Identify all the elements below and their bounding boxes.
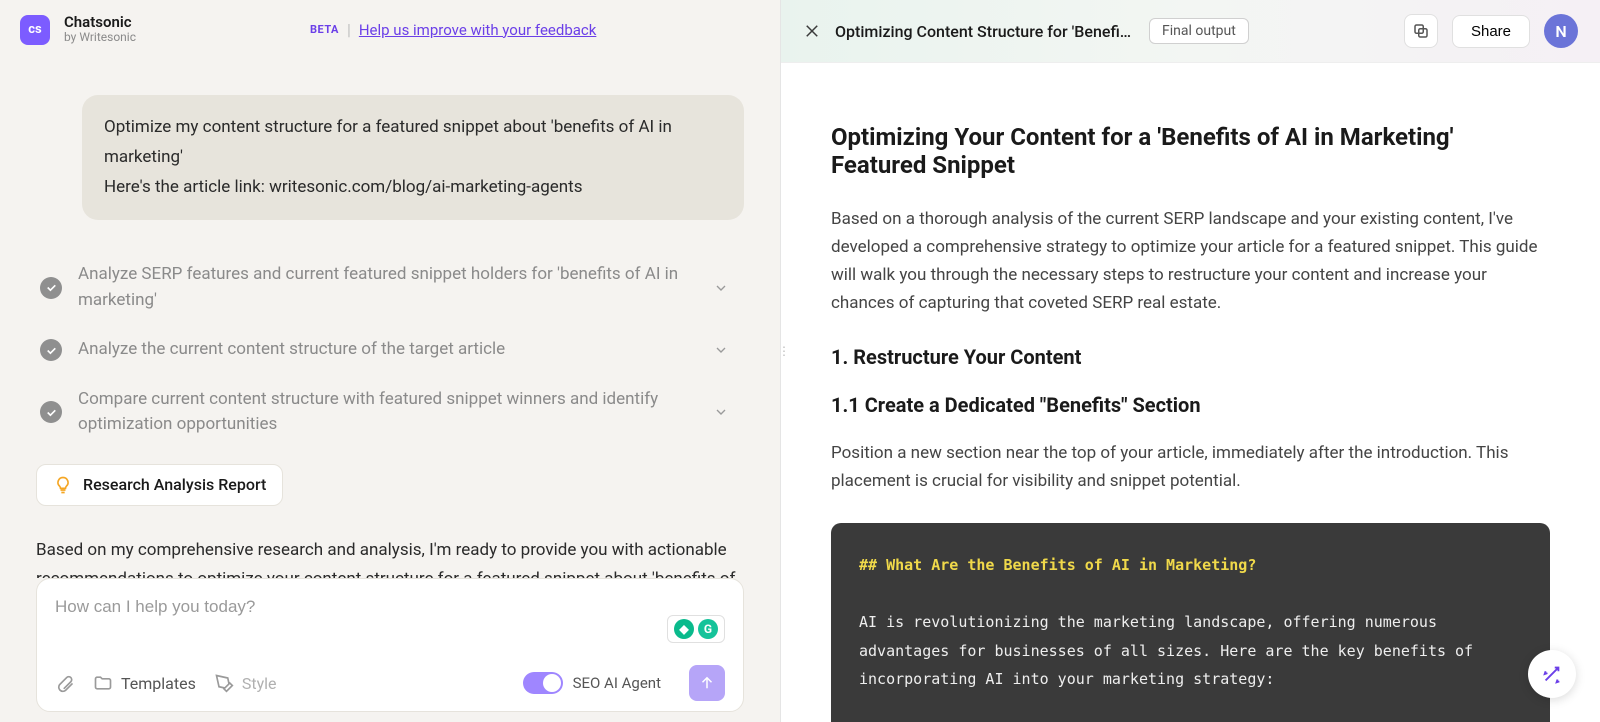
toggle-label: SEO AI Agent — [573, 674, 661, 692]
chip-label: Research Analysis Report — [83, 475, 266, 494]
doc-paragraph: Based on a thorough analysis of the curr… — [831, 205, 1550, 317]
step-label: Compare current content structure with f… — [78, 387, 694, 438]
step-row[interactable]: Analyze the current content structure of… — [36, 325, 744, 375]
chevron-down-icon[interactable] — [710, 277, 732, 299]
separator: | — [347, 20, 351, 39]
document-body[interactable]: Optimizing Your Content for a 'Benefits … — [781, 63, 1600, 722]
templates-button[interactable]: Templates — [93, 673, 196, 693]
check-icon — [40, 401, 62, 423]
magic-fab[interactable] — [1528, 650, 1576, 698]
document-pane: ⋮ Optimizing Content Structure for 'Bene… — [780, 0, 1600, 722]
research-report-chip[interactable]: Research Analysis Report — [36, 464, 283, 506]
templates-label: Templates — [121, 674, 196, 693]
prompt-text-line: Optimize my content structure for a feat… — [104, 113, 722, 173]
step-row[interactable]: Compare current content structure with f… — [36, 375, 744, 450]
doc-heading-1: Optimizing Your Content for a 'Benefits … — [831, 123, 1550, 179]
assistant-message: Based on my comprehensive research and a… — [36, 536, 744, 578]
composer-toolbar: Templates Style SEO AI Agent — [55, 665, 725, 701]
toggle-switch[interactable] — [523, 672, 563, 694]
step-label: Analyze the current content structure of… — [78, 337, 694, 363]
extension-icon[interactable]: ◆ — [674, 619, 694, 639]
code-body: AI is revolutionizing the marketing land… — [859, 613, 1482, 688]
share-button[interactable]: Share — [1452, 15, 1530, 48]
style-button[interactable]: Style — [214, 673, 277, 693]
composer: ◆ G Templates Style — [36, 578, 744, 712]
left-header: cs Chatsonic by Writesonic BETA | Help u… — [0, 0, 780, 55]
chat-scroll[interactable]: Optimize my content structure for a feat… — [0, 55, 780, 578]
pen-icon — [214, 673, 234, 693]
step-label: Analyze SERP features and current featur… — [78, 262, 694, 313]
chat-pane: cs Chatsonic by Writesonic BETA | Help u… — [0, 0, 780, 722]
check-icon — [40, 277, 62, 299]
grammarly-icon[interactable]: G — [698, 619, 718, 639]
doc-paragraph: Position a new section near the top of y… — [831, 439, 1550, 495]
extension-badges: ◆ G — [667, 615, 725, 643]
brand-name: Chatsonic — [64, 14, 136, 31]
folder-icon — [93, 673, 113, 693]
brand-subtitle: by Writesonic — [64, 31, 136, 45]
step-row[interactable]: Analyze SERP features and current featur… — [36, 250, 744, 325]
send-button[interactable] — [689, 665, 725, 701]
composer-wrap: ◆ G Templates Style — [0, 578, 780, 722]
style-label: Style — [242, 674, 277, 693]
doc-heading-2: 1. Restructure Your Content — [831, 345, 1550, 369]
final-output-chip[interactable]: Final output — [1149, 18, 1249, 44]
prompt-text-line: Here's the article link: writesonic.com/… — [104, 173, 722, 203]
doc-heading-3: 1.1 Create a Dedicated "Benefits" Sectio… — [831, 393, 1550, 417]
close-icon[interactable] — [803, 22, 821, 40]
avatar[interactable]: N — [1544, 14, 1578, 48]
lightbulb-icon — [53, 475, 73, 495]
code-block: ## What Are the Benefits of AI in Market… — [831, 523, 1550, 722]
splitter-handle[interactable]: ⋮ — [778, 350, 790, 353]
chevron-down-icon[interactable] — [710, 401, 732, 423]
chevron-down-icon[interactable] — [710, 339, 732, 361]
user-prompt-bubble: Optimize my content structure for a feat… — [82, 95, 744, 220]
seo-agent-toggle[interactable]: SEO AI Agent — [523, 672, 661, 694]
beta-badge: BETA — [310, 23, 339, 36]
code-heading: ## What Are the Benefits of AI in Market… — [859, 556, 1256, 574]
feedback-link[interactable]: Help us improve with your feedback — [359, 21, 597, 39]
brand-logo: cs — [20, 15, 50, 45]
document-header: Optimizing Content Structure for 'Benefi… — [781, 0, 1600, 63]
brand-block: Chatsonic by Writesonic — [64, 14, 136, 45]
document-title: Optimizing Content Structure for 'Benefi… — [835, 22, 1135, 41]
chat-input[interactable] — [55, 597, 725, 617]
attachment-icon[interactable] — [55, 673, 75, 693]
copy-button[interactable] — [1404, 14, 1438, 48]
check-icon — [40, 339, 62, 361]
